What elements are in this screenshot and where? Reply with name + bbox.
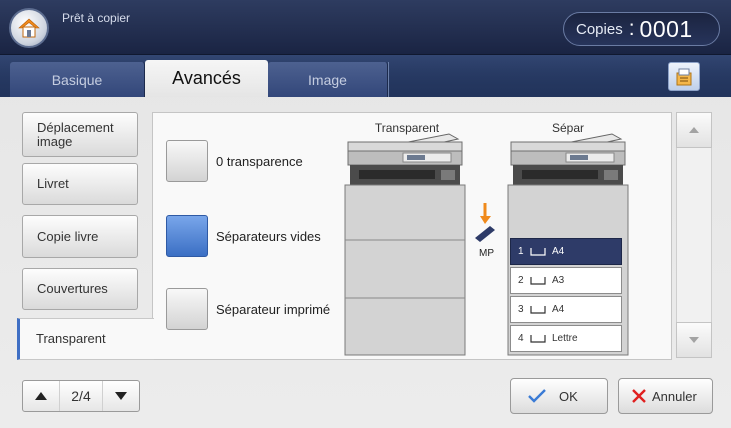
scroll-down-button[interactable] — [676, 322, 712, 358]
tray-number: 4 — [518, 333, 524, 344]
tray-option[interactable]: 4 Lettre — [510, 325, 622, 352]
menu-item-covers[interactable]: Couvertures — [22, 268, 138, 310]
tab-divider — [388, 62, 389, 97]
option-printed-separator-checkbox[interactable] — [166, 288, 208, 330]
option-no-transparency-label: 0 transparence — [216, 153, 303, 169]
scroll-up-icon — [689, 127, 699, 133]
menu-item-book-copy[interactable]: Copie livre — [22, 215, 138, 258]
option-blank-separators-checkbox[interactable] — [166, 215, 208, 257]
option-blank-separators-label: Séparateurs vides — [216, 228, 321, 244]
job-settings-icon — [676, 68, 692, 85]
separator-tray-list: 1 A4 2 A3 3 A4 4 Lettre — [510, 238, 622, 354]
page-down-icon — [115, 392, 127, 400]
copies-label: Copies — [576, 20, 623, 38]
ok-label: OK — [559, 388, 578, 404]
job-settings-button[interactable] — [668, 62, 700, 91]
paper-tray-icon — [530, 277, 546, 285]
close-icon — [632, 389, 646, 403]
transparency-printer-illustration — [344, 133, 466, 356]
page-up-button[interactable] — [23, 381, 59, 411]
check-icon — [528, 389, 546, 403]
tray-paper-size: Lettre — [552, 333, 578, 344]
tray-option[interactable]: 3 A4 — [510, 296, 622, 323]
mp-tray-label: MP — [479, 248, 494, 259]
menu-item-image-shift[interactable]: Déplacement image — [22, 112, 138, 157]
tab-basique[interactable]: Basique — [10, 62, 145, 97]
tray-number: 2 — [518, 275, 524, 286]
copies-separator: : — [628, 17, 635, 40]
scroll-down-icon — [689, 337, 699, 343]
paper-tray-icon — [530, 335, 546, 343]
option-printed-separator-label: Séparateur imprimé — [216, 301, 331, 317]
tab-avances[interactable]: Avancés — [145, 60, 268, 97]
machine-status: Prêt à copier — [62, 11, 131, 25]
menu-item-booklet[interactable]: Livret — [22, 163, 138, 205]
tray-option[interactable]: 2 A3 — [510, 267, 622, 294]
home-icon — [18, 18, 40, 38]
tray-paper-size: A3 — [552, 275, 565, 286]
tray-paper-size: A4 — [552, 246, 565, 257]
page-navigator: 2/4 — [22, 380, 140, 412]
menu-item-transparency[interactable]: Transparent — [17, 318, 154, 360]
ok-button[interactable]: OK — [510, 378, 608, 414]
mp-tray-arrow-icon — [475, 203, 495, 242]
tab-image[interactable]: Image — [268, 62, 388, 97]
copies-counter[interactable]: Copies : 0001 — [563, 12, 720, 46]
cancel-label: Annuler — [652, 388, 697, 404]
page-down-button[interactable] — [103, 381, 139, 411]
tray-option[interactable]: 1 A4 — [510, 238, 622, 265]
tray-paper-size: A4 — [552, 304, 565, 315]
home-button[interactable] — [9, 8, 49, 48]
paper-tray-icon — [530, 248, 546, 256]
page-indicator: 2/4 — [59, 381, 103, 411]
option-no-transparency-checkbox[interactable] — [166, 140, 208, 182]
cancel-button[interactable]: Annuler — [618, 378, 713, 414]
tray-number: 1 — [518, 246, 524, 257]
page-up-icon — [35, 392, 47, 400]
paper-tray-icon — [530, 306, 546, 314]
tray-number: 3 — [518, 304, 524, 315]
copies-value: 0001 — [639, 15, 693, 42]
scroll-up-button[interactable] — [676, 112, 712, 148]
